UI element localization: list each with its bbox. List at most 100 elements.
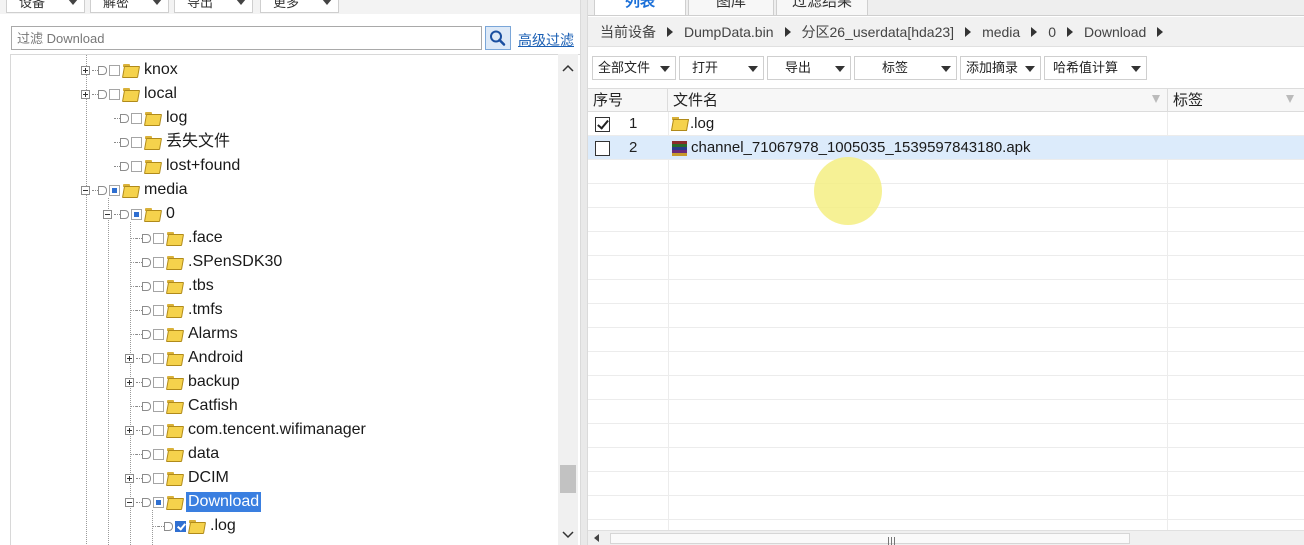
tree-item-label: .log xyxy=(210,517,236,534)
folder-icon xyxy=(167,400,182,412)
filter-icon[interactable] xyxy=(1152,95,1160,103)
tree-checkbox[interactable] xyxy=(175,520,186,532)
tab-list-label: 列表 xyxy=(624,0,655,10)
tree-checkbox[interactable] xyxy=(153,448,164,460)
expand-icon[interactable] xyxy=(81,65,90,75)
expand-icon[interactable] xyxy=(125,473,134,483)
tree-checkbox[interactable] xyxy=(131,160,142,172)
expand-icon[interactable] xyxy=(125,377,134,387)
row-checkbox[interactable] xyxy=(595,141,610,156)
row-index: 2 xyxy=(629,139,638,156)
tree-item-lost-found[interactable]: lost+found xyxy=(103,154,242,178)
tree-checkbox[interactable] xyxy=(153,424,164,436)
table-row[interactable]: 1 .log xyxy=(588,112,1304,136)
tree-item-log[interactable]: log xyxy=(103,106,189,130)
device-menu-button[interactable]: 设备 xyxy=(6,0,85,13)
tree-item-0[interactable]: 0 xyxy=(103,202,177,226)
export-menu-button[interactable]: 导出 xyxy=(174,0,253,13)
tree-checkbox[interactable] xyxy=(109,64,120,76)
chevron-down-icon[interactable] xyxy=(562,531,574,539)
chevron-left-icon[interactable] xyxy=(594,534,599,542)
horizontal-scrollbar[interactable] xyxy=(588,530,1304,545)
tree-checkbox[interactable] xyxy=(109,88,120,100)
tree-item-label: .tmfs xyxy=(188,301,223,318)
breadcrumb-item-current-device[interactable]: 当前设备 xyxy=(600,22,656,42)
tag-button[interactable]: 标签 xyxy=(854,56,957,80)
tab-filter-results[interactable]: 过滤结果 xyxy=(776,0,868,15)
tree-checkbox[interactable] xyxy=(153,352,164,364)
open-button[interactable]: 打开 xyxy=(679,56,764,80)
tree-item-[interactable]: 丢失文件 xyxy=(103,130,232,154)
tree-item-log[interactable]: .log xyxy=(147,514,238,538)
folder-icon xyxy=(123,184,138,196)
expand-icon[interactable] xyxy=(81,89,90,99)
column-header-index[interactable]: 序号 xyxy=(588,89,668,112)
column-header-filename[interactable]: 文件名 xyxy=(668,89,1168,112)
tree-checkbox[interactable] xyxy=(109,184,120,196)
all-files-button[interactable]: 全部文件 xyxy=(592,56,676,80)
horizontal-scroll-thumb[interactable] xyxy=(610,533,1130,545)
tree-checkbox[interactable] xyxy=(153,400,164,412)
tree-scroll-thumb[interactable] xyxy=(560,465,576,493)
node-state-icon xyxy=(142,497,151,507)
tree-checkbox[interactable] xyxy=(153,472,164,484)
breadcrumb-item-download[interactable]: Download xyxy=(1084,24,1146,40)
action-toolbar: 全部文件 打开 导出 标签 添加摘录 哈希值计算 xyxy=(588,48,1304,88)
hash-calc-button[interactable]: 哈希值计算 xyxy=(1044,56,1147,80)
tree-item-catfish[interactable]: Catfish xyxy=(125,394,240,418)
expand-icon[interactable] xyxy=(125,425,134,435)
tree-checkbox[interactable] xyxy=(153,304,164,316)
column-header-filename-label: 文件名 xyxy=(673,92,719,109)
collapse-icon[interactable] xyxy=(125,497,134,507)
folder-icon xyxy=(189,520,204,532)
tree-item-alarms[interactable]: Alarms xyxy=(125,322,240,346)
chevron-up-icon[interactable] xyxy=(562,64,574,72)
tree-checkbox[interactable] xyxy=(131,208,142,220)
breadcrumb-item-media[interactable]: media xyxy=(982,24,1020,40)
breadcrumb-item-partition[interactable]: 分区26_userdata[hda23] xyxy=(802,22,955,42)
tree-checkbox[interactable] xyxy=(153,328,164,340)
tree-checkbox[interactable] xyxy=(153,496,164,508)
tree-item-local[interactable]: local xyxy=(81,82,179,106)
breadcrumb-item-dumpdata[interactable]: DumpData.bin xyxy=(684,24,774,40)
tree-checkbox[interactable] xyxy=(131,112,142,124)
tab-gallery[interactable]: 图库 xyxy=(688,0,774,15)
tree-checkbox[interactable] xyxy=(153,232,164,244)
collapse-icon[interactable] xyxy=(103,209,112,219)
table-row[interactable]: 2 channel_71067978_1005035_1539597843180.… xyxy=(588,136,1304,160)
tree-checkbox[interactable] xyxy=(131,136,142,148)
search-input[interactable] xyxy=(11,26,482,50)
tree-item-spensdk30[interactable]: .SPenSDK30 xyxy=(125,250,284,274)
tree-item-com-tencent-wifimanager[interactable]: com.tencent.wifimanager xyxy=(125,418,368,442)
folder-icon xyxy=(167,304,182,316)
breadcrumb-item-0[interactable]: 0 xyxy=(1048,24,1056,40)
row-checkbox[interactable] xyxy=(595,117,610,132)
left-toolbar: 设备 解密 导出 更多 xyxy=(0,0,580,14)
tab-list[interactable]: 列表 xyxy=(594,0,686,15)
tree-item-face[interactable]: .face xyxy=(125,226,225,250)
tree-item-media[interactable]: media xyxy=(81,178,190,202)
tree-item-dcim[interactable]: DCIM xyxy=(125,466,231,490)
tree-scrollbar[interactable] xyxy=(558,54,578,545)
expand-icon[interactable] xyxy=(125,353,134,363)
tree-item-android[interactable]: Android xyxy=(125,346,245,370)
advanced-filter-link[interactable]: 高级过滤 xyxy=(518,30,574,50)
search-button[interactable] xyxy=(485,26,511,50)
tree-item-backup[interactable]: backup xyxy=(125,370,242,394)
filter-icon[interactable] xyxy=(1286,95,1294,103)
column-header-tag[interactable]: 标签 xyxy=(1168,89,1304,112)
tree-item-download[interactable]: Download xyxy=(125,490,262,514)
pane-splitter[interactable] xyxy=(580,0,588,545)
decrypt-menu-button[interactable]: 解密 xyxy=(90,0,169,13)
tree-checkbox[interactable] xyxy=(153,376,164,388)
tree-item-data[interactable]: data xyxy=(125,442,221,466)
tree-item-knox[interactable]: knox xyxy=(81,58,180,82)
tree-checkbox[interactable] xyxy=(153,256,164,268)
more-menu-button[interactable]: 更多 xyxy=(260,0,339,13)
tree-checkbox[interactable] xyxy=(153,280,164,292)
tree-item-tbs[interactable]: .tbs xyxy=(125,274,216,298)
add-excerpt-button[interactable]: 添加摘录 xyxy=(960,56,1041,80)
collapse-icon[interactable] xyxy=(81,185,90,195)
export-button[interactable]: 导出 xyxy=(767,56,851,80)
tree-item-tmfs[interactable]: .tmfs xyxy=(125,298,225,322)
